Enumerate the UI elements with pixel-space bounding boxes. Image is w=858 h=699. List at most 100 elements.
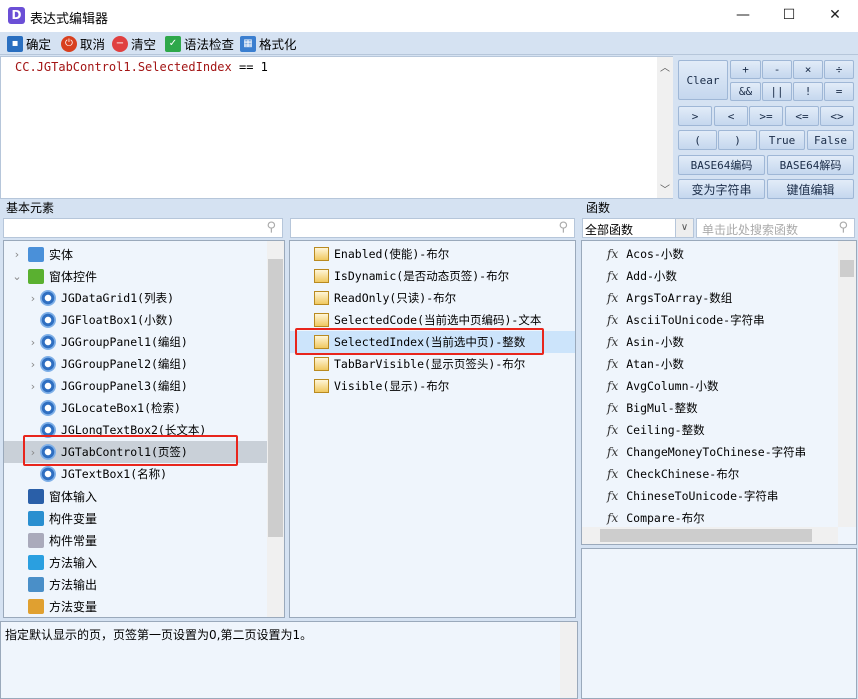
syntax-check-button[interactable]: ✓ 语法检查 <box>165 34 234 53</box>
to-string-button[interactable]: 变为字符串 <box>678 179 765 199</box>
chevron-right-icon[interactable]: › <box>26 336 40 349</box>
minimize-button[interactable]: — <box>720 0 766 32</box>
property-item[interactable]: Visible(显示)-布尔 <box>290 375 575 397</box>
editor-scrollbar[interactable]: ︿ ﹀ <box>657 57 673 198</box>
shield-check-icon: ✓ <box>165 35 181 52</box>
ok-button[interactable]: ▪ 确定 <box>7 34 51 53</box>
chevron-right-icon[interactable]: › <box>26 292 40 305</box>
tree-item[interactable]: 构件常量 <box>4 529 267 551</box>
hscroll-thumb[interactable] <box>600 529 812 542</box>
gt-key[interactable]: > <box>678 106 712 126</box>
tree-item[interactable]: 方法输入 <box>4 551 267 573</box>
property-icon <box>314 313 329 327</box>
tree-item[interactable]: JGFloatBox1(小数) <box>4 309 267 331</box>
function-item[interactable]: fx Add-小数 <box>582 265 837 287</box>
plus-key[interactable]: + <box>730 60 761 79</box>
tree-item[interactable]: 构件变量 <box>4 507 267 529</box>
property-item[interactable]: ReadOnly(只读)-布尔 <box>290 287 575 309</box>
tree-item[interactable]: 方法输出 <box>4 573 267 595</box>
chevron-down-icon[interactable]: ∨ <box>675 219 693 237</box>
property-list: Enabled(使能)-布尔 IsDynamic(是否动态页签)-布尔 ReadOn… <box>289 240 576 618</box>
function-scrollbar[interactable] <box>838 241 856 527</box>
le-key[interactable]: <= <box>785 106 819 126</box>
function-item[interactable]: fx ChangeMoneyToChinese-字符串 <box>582 441 837 463</box>
description-scrollbar[interactable] <box>560 622 577 698</box>
function-label: AsciiToUnicode-字符串 <box>626 313 765 327</box>
scroll-down-icon[interactable]: ﹀ <box>657 181 673 196</box>
property-item[interactable]: IsDynamic(是否动态页签)-布尔 <box>290 265 575 287</box>
false-key[interactable]: False <box>807 130 854 150</box>
base64-decode-button[interactable]: BASE64解码 <box>767 155 854 175</box>
ge-key[interactable]: >= <box>749 106 783 126</box>
scroll-thumb[interactable] <box>840 260 854 277</box>
title-bar: D 表达式编辑器 — ☐ ✕ <box>0 0 858 32</box>
expr-operator: == <box>231 60 261 74</box>
key-value-edit-button[interactable]: 键值编辑 <box>767 179 854 199</box>
maximize-button[interactable]: ☐ <box>766 0 812 32</box>
function-search-input[interactable]: 单击此处搜索函数 ⚲ <box>696 218 855 238</box>
property-item[interactable]: Enabled(使能)-布尔 <box>290 243 575 265</box>
chevron-down-icon[interactable]: ⌄ <box>10 270 24 283</box>
property-item[interactable]: TabBarVisible(显示页签头)-布尔 <box>290 353 575 375</box>
clear-button[interactable]: − 清空 <box>112 34 156 53</box>
gear-icon <box>40 400 56 416</box>
function-item[interactable]: fx Asin-小数 <box>582 331 837 353</box>
tree-item[interactable]: › JGGroupPanel3(编组) <box>4 375 267 397</box>
gear-icon <box>40 378 56 394</box>
cancel-button[interactable]: ⏻ 取消 <box>61 34 105 53</box>
lt-key[interactable]: < <box>714 106 748 126</box>
tree-item[interactable]: JGLocateBox1(检索) <box>4 397 267 419</box>
rparen-key[interactable]: ) <box>718 130 757 150</box>
function-item[interactable]: fx ArgsToArray-数组 <box>582 287 837 309</box>
tree-item-label: JGGroupPanel2(编组) <box>61 357 188 371</box>
function-hscrollbar[interactable] <box>582 527 838 544</box>
tree-scrollbar[interactable] <box>267 241 284 617</box>
clear-key[interactable]: Clear <box>678 60 728 100</box>
function-item[interactable]: fx Acos-小数 <box>582 243 837 265</box>
expression-editor[interactable]: CC.JGTabControl1.SelectedIndex == 1 ︿ ﹀ <box>0 56 673 199</box>
category-value: 全部函数 <box>585 223 634 237</box>
function-item[interactable]: fx AvgColumn-小数 <box>582 375 837 397</box>
tree-item[interactable]: 窗体输入 <box>4 485 267 507</box>
divide-key[interactable]: ÷ <box>824 60 854 79</box>
lparen-key[interactable]: ( <box>678 130 717 150</box>
function-item[interactable]: fx Ceiling-整数 <box>582 419 837 441</box>
gear-icon <box>40 466 56 482</box>
basic-search-input[interactable]: ⚲ <box>3 218 283 238</box>
basic-elements-label: 基本元素 <box>6 201 55 215</box>
function-item[interactable]: fx AsciiToUnicode-字符串 <box>582 309 837 331</box>
function-item[interactable]: fx Compare-布尔 <box>582 507 837 529</box>
tree-item[interactable]: 方法变量 <box>4 595 267 617</box>
and-key[interactable]: && <box>730 82 761 101</box>
close-button[interactable]: ✕ <box>812 0 858 32</box>
function-item[interactable]: fx ChineseToUnicode-字符串 <box>582 485 837 507</box>
times-key[interactable]: × <box>793 60 823 79</box>
tree-item[interactable]: ⌄ 窗体控件 <box>4 265 267 287</box>
tree-item[interactable]: JGTextBox1(名称) <box>4 463 267 485</box>
or-key[interactable]: || <box>762 82 792 101</box>
minus-key[interactable]: - <box>762 60 792 79</box>
not-key[interactable]: ! <box>793 82 823 101</box>
chevron-right-icon[interactable]: › <box>26 358 40 371</box>
tree-item[interactable]: › JGDataGrid1(列表) <box>4 287 267 309</box>
tree-item[interactable]: › JGGroupPanel1(编组) <box>4 331 267 353</box>
ne-key[interactable]: <> <box>820 106 854 126</box>
cancel-label: 取消 <box>80 37 106 52</box>
property-search-input[interactable]: ⚲ <box>290 218 575 238</box>
scroll-up-icon[interactable]: ︿ <box>657 59 673 74</box>
base64-encode-button[interactable]: BASE64编码 <box>678 155 765 175</box>
function-label: CheckChinese-布尔 <box>626 467 740 481</box>
function-category-select[interactable]: 全部函数 ∨ <box>582 218 694 238</box>
equals-key[interactable]: = <box>824 82 854 101</box>
tree-item[interactable]: › JGGroupPanel2(编组) <box>4 353 267 375</box>
property-label: SelectedCode(当前选中页编码)-文本 <box>334 313 542 327</box>
function-item[interactable]: fx BigMul-整数 <box>582 397 837 419</box>
function-item[interactable]: fx Atan-小数 <box>582 353 837 375</box>
format-button[interactable]: ▦ 格式化 <box>240 34 297 53</box>
tree-item[interactable]: › 实体 <box>4 243 267 265</box>
true-key[interactable]: True <box>759 130 805 150</box>
scroll-thumb[interactable] <box>268 259 283 537</box>
chevron-right-icon[interactable]: › <box>26 380 40 393</box>
function-item[interactable]: fx CheckChinese-布尔 <box>582 463 837 485</box>
chevron-right-icon[interactable]: › <box>10 248 24 261</box>
